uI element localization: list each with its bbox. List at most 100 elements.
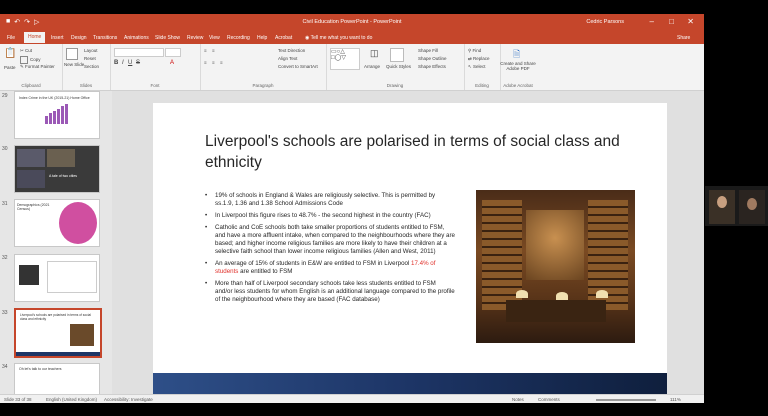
lamp-icon (516, 290, 528, 298)
drawing-group: ▭○△ □◯▽ ◫ Arrange Quick Styles Shape Fill… (326, 44, 465, 90)
comments-button[interactable]: Comments (538, 397, 560, 402)
tab-transitions[interactable]: Transitions (90, 34, 120, 42)
slide-thumbnail[interactable] (14, 254, 100, 302)
adobe-acrobat-label: Adobe Acrobat (503, 83, 533, 88)
paste-button[interactable]: Paste (4, 65, 16, 70)
participant-video (709, 190, 735, 224)
person-icon (747, 198, 757, 210)
slide-number: 33 (2, 310, 8, 316)
bold-icon[interactable]: B (114, 60, 118, 66)
convert-smartart-button[interactable]: Convert to SmartArt (278, 64, 318, 69)
slide-thumbnail[interactable]: A tale of two cities (14, 145, 100, 193)
minimize-icon[interactable]: – (650, 17, 654, 27)
numbering-icon[interactable]: ≡ (212, 48, 215, 53)
clipboard-label: Clipboard (21, 83, 41, 88)
thumbnail-photo (59, 202, 97, 244)
bullet-item: More than half of Liverpool secondary sc… (205, 280, 455, 304)
thumbnail-caption: A tale of two cities (49, 174, 78, 178)
paragraph-group: ≡ ≡ ≡ ≡ ≡ Text Direction Align Text Conv… (200, 44, 327, 90)
accessibility-status[interactable]: Accessibility: Investigate (104, 397, 153, 402)
slide-thumbnail-selected[interactable]: Liverpool's schools are polarised in ter… (14, 308, 102, 358)
slide-number: 29 (2, 93, 8, 99)
quick-styles-icon[interactable] (390, 48, 404, 62)
editing-group: ⚲ Find ⇄ Replace ↖ Select Editing (464, 44, 501, 90)
create-share-pdf-button[interactable]: Create and Share Adobe PDF (500, 61, 536, 71)
status-bar: Slide 33 of 38 English (United Kingdom) … (0, 394, 704, 403)
library-photo[interactable] (476, 190, 635, 343)
notes-button[interactable]: Notes (512, 397, 524, 402)
language[interactable]: English (United Kingdom) (46, 397, 97, 402)
align-right-icon[interactable]: ≡ (220, 60, 223, 65)
find-button[interactable]: ⚲ Find (468, 48, 481, 54)
slide-thumbnail-pane[interactable]: 29 Index Crime in the UK (2015-21) Home … (0, 91, 112, 394)
font-name-box[interactable] (114, 48, 164, 57)
paste-icon[interactable]: 📋 (4, 48, 16, 59)
arrange-button[interactable]: Arrange (364, 64, 380, 69)
tab-acrobat[interactable]: Acrobat (272, 34, 295, 42)
bullet-list[interactable]: 19% of schools in England & Wales are re… (205, 192, 455, 308)
shape-fill-button[interactable]: Shape Fill (418, 48, 438, 53)
tab-review[interactable]: Review (184, 34, 206, 42)
format-painter-button[interactable]: ✎ Format Painter (20, 64, 55, 70)
lamp-icon (596, 290, 608, 298)
thumbnail-caption: Demographics (2021 Census) (17, 203, 50, 211)
tab-home[interactable]: Home (24, 32, 46, 43)
shapes-gallery-icon[interactable]: ▭○△ □◯▽ (330, 48, 360, 70)
select-button[interactable]: ↖ Select (468, 64, 486, 70)
slide-title[interactable]: Liverpool's schools are polarised in ter… (205, 131, 625, 173)
tab-design[interactable]: Design (68, 34, 90, 42)
cut-button[interactable]: ✂ Cut (20, 48, 32, 54)
tab-file[interactable]: File (4, 34, 18, 42)
tab-insert[interactable]: Insert (48, 34, 67, 42)
drawing-label: Drawing (386, 83, 404, 88)
thumbnail-photo (17, 170, 45, 188)
font-color-icon[interactable]: A (170, 60, 174, 66)
thumbnail-photo (17, 149, 45, 167)
new-slide-icon[interactable] (66, 48, 78, 60)
align-center-icon[interactable]: ≡ (212, 60, 215, 65)
tab-slide-show[interactable]: Slide Show (152, 34, 183, 42)
shape-outline-button[interactable]: Shape Outline (418, 56, 447, 61)
tab-recording[interactable]: Recording (224, 34, 253, 42)
slide-number: 32 (2, 255, 8, 261)
underline-icon[interactable]: U (128, 60, 132, 66)
tab-help[interactable]: Help (254, 34, 270, 42)
layout-button[interactable]: Layout (84, 48, 98, 53)
person-icon (717, 196, 727, 208)
bullets-icon[interactable]: ≡ (204, 48, 207, 53)
close-icon[interactable]: ✕ (687, 17, 694, 27)
slide-count: Slide 33 of 38 (4, 397, 32, 402)
maximize-icon[interactable]: □ (669, 17, 674, 27)
replace-button[interactable]: ⇄ Replace (468, 56, 490, 62)
quick-styles-button[interactable]: Quick Styles (386, 64, 411, 69)
shape-effects-button[interactable]: Shape Effects (418, 64, 446, 69)
slide[interactable]: Liverpool's schools are polarised in ter… (153, 103, 667, 395)
zoom-level[interactable]: 111% (670, 397, 681, 402)
slide-thumbnail[interactable]: Oh let's talk to our teachers (14, 363, 100, 394)
tell-me-search[interactable]: ◉ Tell me what you want to do (302, 34, 375, 42)
thumbnail-footer (16, 352, 100, 356)
italic-icon[interactable]: I (122, 60, 124, 66)
share-button[interactable]: Share (674, 34, 693, 42)
slide-thumbnail[interactable]: Demographics (2021 Census) (14, 199, 100, 247)
paragraph-label: Paragraph (252, 83, 274, 88)
tab-animations[interactable]: Animations (121, 34, 152, 42)
align-left-icon[interactable]: ≡ (204, 60, 207, 65)
user-name[interactable]: Cedric Parsons (586, 19, 624, 25)
tab-view[interactable]: View (206, 34, 223, 42)
zoom-slider[interactable] (596, 399, 656, 401)
new-slide-button[interactable]: New Slide (64, 62, 84, 67)
text-direction-button[interactable]: Text Direction (278, 48, 305, 53)
section-button[interactable]: Section (84, 64, 99, 69)
reset-button[interactable]: Reset (84, 56, 96, 61)
adobe-acrobat-group: 🗎 Create and Share Adobe PDF Adobe Acrob… (500, 44, 536, 90)
thumbnail-photo (70, 324, 94, 346)
align-text-button[interactable]: Align Text (278, 56, 297, 61)
font-size-box[interactable] (165, 48, 181, 57)
font-label: Font (150, 83, 160, 88)
arrange-icon[interactable]: ◫ (370, 48, 379, 59)
copy-button[interactable]: Copy (20, 56, 41, 64)
reading-table (506, 300, 606, 322)
strikethrough-icon[interactable]: S (136, 60, 140, 66)
slide-thumbnail[interactable]: Index Crime in the UK (2015-21) Home Off… (14, 91, 100, 139)
